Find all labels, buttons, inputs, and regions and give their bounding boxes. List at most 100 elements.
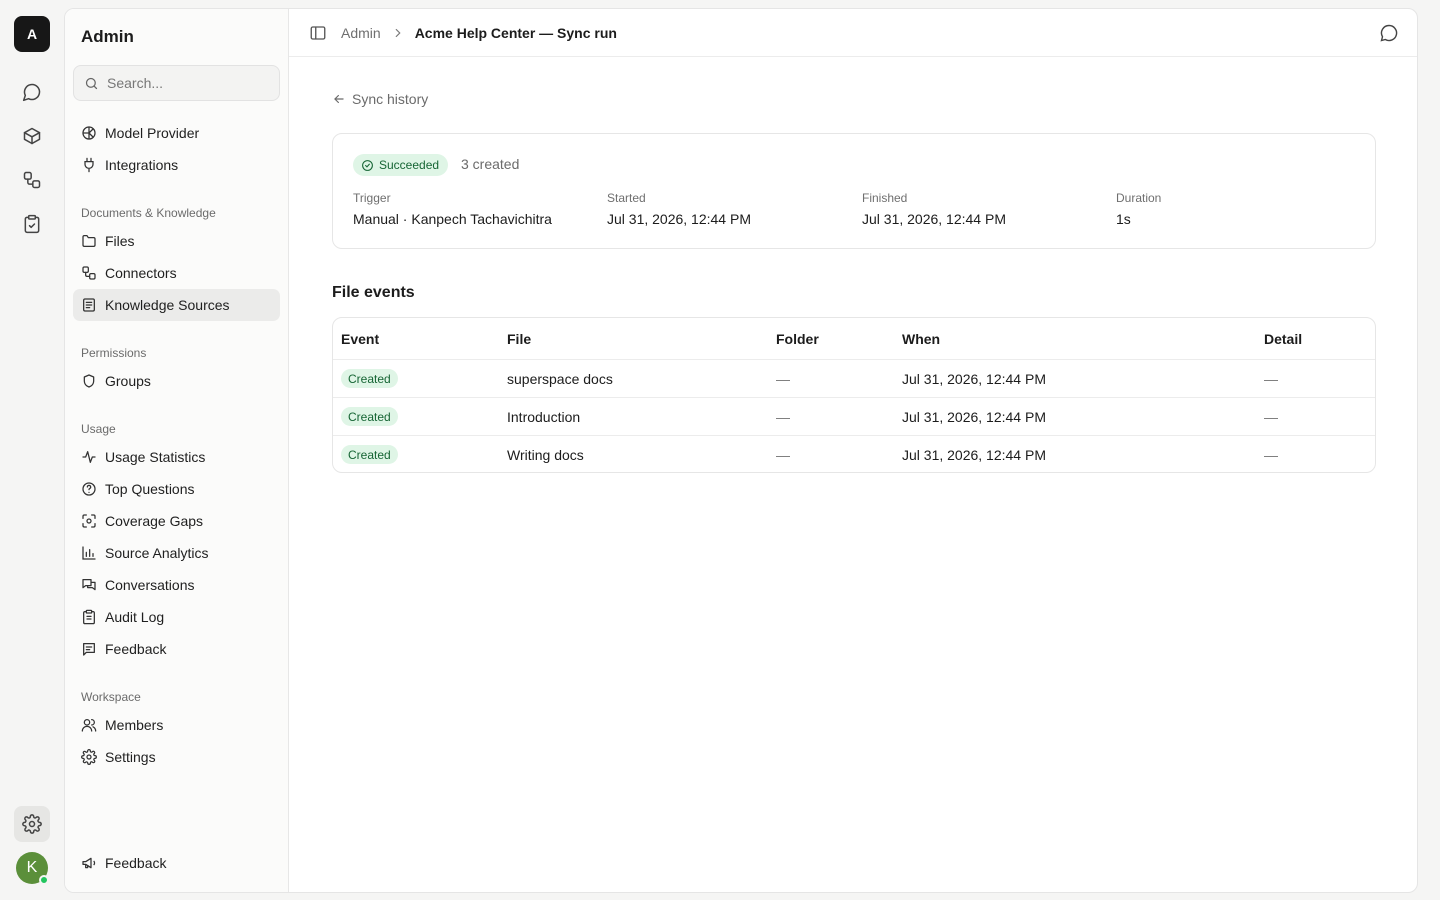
sidebar-item-label: Integrations: [105, 157, 179, 173]
help-circle-icon: [82, 482, 96, 496]
section-label-documents: Documents & Knowledge: [81, 206, 216, 220]
megaphone-icon: [82, 857, 96, 869]
detail-cell: —: [1264, 370, 1278, 387]
gear-icon: [81, 749, 97, 765]
bar-chart-icon: [82, 546, 96, 560]
sidebar-toggle-icon[interactable]: [309, 24, 327, 42]
when-cell: Jul 31, 2026, 12:44 PM: [902, 370, 1046, 387]
sidebar-item-groups[interactable]: Groups: [73, 365, 280, 397]
sidebar-item-conversations[interactable]: Conversations: [73, 569, 280, 601]
workflow-icon: [23, 171, 41, 189]
column-header-file: File: [507, 330, 532, 347]
sidebar-item-model-provider[interactable]: Model Provider: [73, 117, 280, 149]
box-icon: [23, 127, 41, 145]
meta-started: Started Jul 31, 2026, 12:44 PM: [607, 191, 751, 227]
sidebar-item-usage-statistics[interactable]: Usage Statistics: [73, 441, 280, 473]
meta-finished-value: Jul 31, 2026, 12:44 PM: [862, 211, 1006, 227]
messages-icon: [82, 579, 96, 591]
column-header-folder: Folder: [776, 330, 819, 347]
sidebar-item-source-analytics[interactable]: Source Analytics: [73, 537, 280, 569]
sidebar-item-members[interactable]: Members: [73, 709, 280, 741]
file-cell: superspace docs: [507, 370, 613, 387]
sidebar-item-label: Feedback: [105, 641, 167, 657]
scan-icon: [82, 514, 96, 528]
chat-bubble-icon[interactable]: [1379, 23, 1399, 43]
sidebar-item-connectors[interactable]: Connectors: [73, 257, 280, 289]
rail-box-button[interactable]: [14, 118, 50, 154]
search-input[interactable]: [107, 75, 267, 91]
back-to-sync-history-link[interactable]: Sync history: [332, 91, 428, 107]
meta-started-label: Started: [607, 191, 646, 205]
column-header-detail: Detail: [1264, 330, 1303, 347]
sidebar-item-label: Files: [105, 233, 135, 249]
sidebar-title: Admin: [81, 27, 134, 46]
sidebar-item-label: Settings: [105, 749, 156, 765]
sidebar-item-label: Members: [105, 717, 164, 733]
folder-cell: —: [776, 408, 790, 425]
sidebar-item-integrations[interactable]: Integrations: [73, 149, 280, 181]
arrow-left-icon: [334, 94, 344, 104]
file-events-table: Event File Folder When Detail Created su…: [332, 317, 1376, 473]
rail-tasks-button[interactable]: [14, 206, 50, 242]
sidebar-item-feedback[interactable]: Feedback: [73, 633, 280, 665]
detail-cell: —: [1264, 408, 1278, 425]
table-row: Created superspace docs — Jul 31, 2026, …: [333, 359, 1375, 397]
event-cell: Created: [341, 398, 398, 435]
sidebar-item-top-questions[interactable]: Top Questions: [73, 473, 280, 505]
detail-cell: —: [1264, 446, 1278, 463]
sidebar-item-label: Connectors: [105, 265, 177, 281]
workspace-logo[interactable]: A: [14, 16, 50, 52]
status-badge: Succeeded: [353, 154, 449, 176]
top-bar: Admin Acme Help Center — Sync run: [289, 9, 1417, 57]
sidebar-item-label: Feedback: [105, 855, 167, 871]
rail-chat-button[interactable]: [14, 74, 50, 110]
file-events-heading: File events: [332, 284, 415, 301]
event-badge: Created: [341, 369, 398, 388]
meta-finished-label: Finished: [862, 191, 908, 205]
sidebar-item-knowledge-sources[interactable]: Knowledge Sources: [73, 289, 280, 321]
sidebar-item-label: Audit Log: [105, 609, 165, 625]
rail-workflow-button[interactable]: [14, 162, 50, 198]
event-cell: Created: [341, 436, 398, 472]
sidebar-search: [73, 65, 280, 101]
online-status-dot: [39, 875, 49, 885]
avatar-initial: K: [26, 859, 38, 876]
meta-duration-value: 1s: [1116, 211, 1131, 227]
sidebar-item-label: Conversations: [105, 577, 195, 593]
table-header-row: Event File Folder When Detail: [333, 318, 1375, 359]
meta-finished: Finished Jul 31, 2026, 12:44 PM: [862, 191, 1006, 227]
section-label-usage: Usage: [81, 422, 116, 436]
column-header-when: When: [902, 330, 941, 347]
run-summary-count: 3 created: [461, 156, 520, 172]
rail-settings-button[interactable]: [14, 806, 50, 842]
plug-icon: [84, 157, 94, 173]
sidebar-item-label: Knowledge Sources: [105, 297, 230, 313]
section-label-workspace: Workspace: [81, 690, 141, 704]
sidebar-item-label: Model Provider: [105, 125, 200, 141]
meta-duration-label: Duration: [1116, 191, 1162, 205]
folder-cell: —: [776, 446, 790, 463]
sidebar-item-coverage-gaps[interactable]: Coverage Gaps: [73, 505, 280, 537]
breadcrumb-current: Acme Help Center — Sync run: [414, 24, 617, 41]
when-cell: Jul 31, 2026, 12:44 PM: [902, 408, 1046, 425]
sidebar-item-label: Top Questions: [105, 481, 195, 497]
sidebar-item-label: Coverage Gaps: [105, 513, 204, 529]
sidebar-item-files[interactable]: Files: [73, 225, 280, 257]
sidebar-item-audit-log[interactable]: Audit Log: [73, 601, 280, 633]
when-cell: Jul 31, 2026, 12:44 PM: [902, 446, 1046, 463]
sidebar-footer-feedback[interactable]: Feedback: [73, 847, 280, 879]
event-badge: Created: [341, 407, 398, 426]
event-badge: Created: [341, 445, 398, 464]
sidebar-item-settings[interactable]: Settings: [73, 741, 280, 773]
section-label-permissions: Permissions: [81, 346, 147, 360]
clipboard-check-icon: [24, 214, 40, 234]
connector-icon: [82, 266, 96, 280]
breadcrumb-root[interactable]: Admin: [341, 25, 381, 41]
meta-trigger: Trigger Manual · Kanpech Tachavichitra: [353, 191, 552, 227]
icon-rail: A K: [0, 0, 64, 900]
file-cell: Introduction: [507, 408, 581, 425]
content-area: Admin Acme Help Center — Sync run Sync h…: [289, 9, 1417, 892]
chevron-right-icon: [395, 28, 401, 37]
sidebar-item-label: Source Analytics: [105, 545, 209, 561]
user-avatar[interactable]: K: [16, 852, 49, 885]
